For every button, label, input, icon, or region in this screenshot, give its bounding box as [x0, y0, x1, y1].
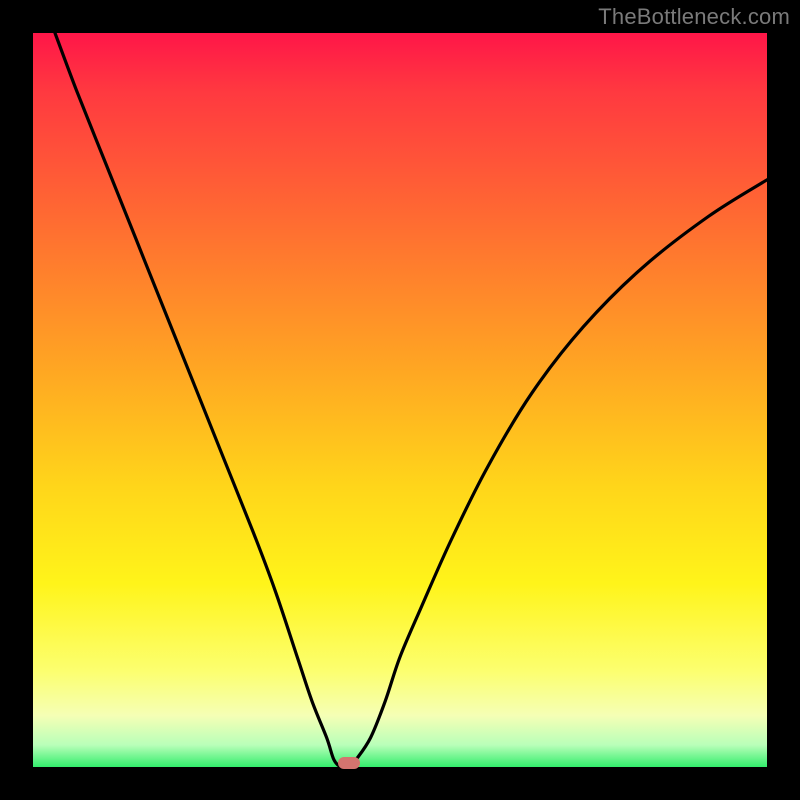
min-marker — [338, 757, 360, 769]
chart-frame: TheBottleneck.com — [0, 0, 800, 800]
watermark-text: TheBottleneck.com — [598, 4, 790, 30]
curve-svg — [33, 33, 767, 767]
plot-area — [33, 33, 767, 767]
bottleneck-curve — [55, 33, 767, 767]
